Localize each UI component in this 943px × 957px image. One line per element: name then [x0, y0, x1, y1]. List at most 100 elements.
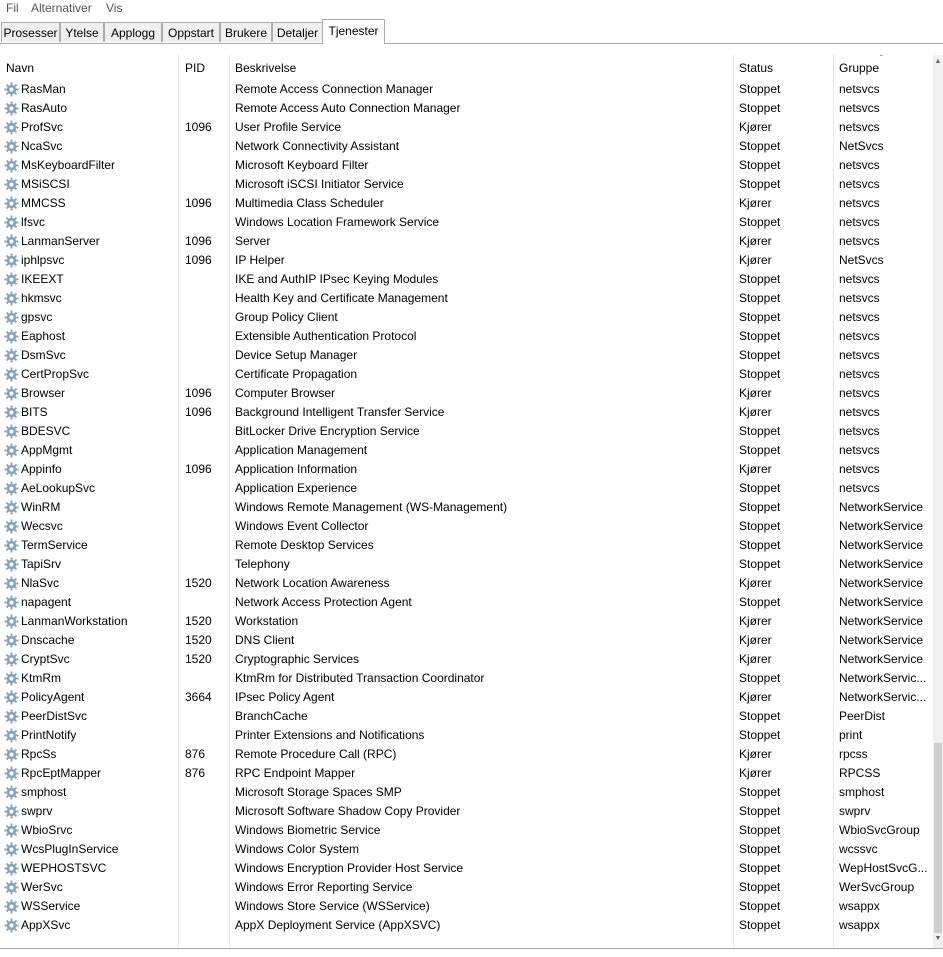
table-row[interactable]: hkmsvc Health Key and Certificate Managem…: [0, 289, 933, 308]
gear-icon: [4, 215, 19, 230]
service-group: smphost: [839, 785, 885, 799]
table-row[interactable]: lfsvc Windows Location Framework Service S…: [0, 213, 933, 232]
table-row[interactable]: WerSvc Windows Error Reporting Service Sto…: [0, 878, 933, 897]
table-row[interactable]: NcaSvc Network Connectivity Assistant Stop…: [0, 137, 933, 156]
table-row[interactable]: RasMan Remote Access Connection Manager St…: [0, 80, 933, 99]
table-row[interactable]: iphlpsvc 1096 IP Helper Kjører NetSvcs: [0, 251, 933, 270]
service-group: NetworkService: [839, 614, 924, 628]
service-group: wcssvc: [839, 842, 878, 856]
column-divider[interactable]: [733, 55, 734, 80]
table-row[interactable]: KtmRm KtmRm for Distributed Transaction C…: [0, 669, 933, 688]
tab-detaljer[interactable]: Detaljer: [272, 22, 323, 42]
gear-icon: [4, 766, 19, 781]
gear-icon: [4, 253, 19, 268]
tab-applogg[interactable]: Applogg: [104, 22, 162, 42]
table-row[interactable]: RpcEptMapper 876 RPC Endpoint Mapper Kjører…: [0, 764, 933, 783]
table-row[interactable]: WcsPlugInService Windows Color System Stop…: [0, 840, 933, 859]
table-row[interactable]: CryptSvc 1520 Cryptographic Services Kjører…: [0, 650, 933, 669]
service-name: AeLookupSvc: [21, 481, 96, 495]
service-description: Microsoft Storage Spaces SMP: [235, 785, 402, 799]
service-group: netsvcs: [839, 234, 880, 248]
table-row[interactable]: ProfSvc 1096 User Profile Service Kjører net…: [0, 118, 933, 137]
service-status: Kjører: [739, 234, 772, 248]
scroll-up-icon[interactable]: ▲: [934, 58, 942, 65]
table-row[interactable]: AppMgmt Application Management Stoppet nets…: [0, 441, 933, 460]
gear-icon: [4, 386, 19, 401]
table-row[interactable]: BITS 1096 Background Intelligent Transfer …: [0, 403, 933, 422]
service-name: napagent: [21, 595, 72, 609]
table-row[interactable]: WinRM Windows Remote Management (WS-Manag…: [0, 498, 933, 517]
table-row[interactable]: WEPHOSTSVC Windows Encryption Provider Ho…: [0, 859, 933, 878]
service-status: Stoppet: [739, 918, 781, 932]
table-row[interactable]: MMCSS 1096 Multimedia Class Scheduler Kjøre…: [0, 194, 933, 213]
service-description: IKE and AuthIP IPsec Keying Modules: [235, 272, 439, 286]
table-row[interactable]: AppXSvc AppX Deployment Service (AppXSVC)…: [0, 916, 933, 935]
table-row[interactable]: RpcSs 876 Remote Procedure Call (RPC) Kjøre…: [0, 745, 933, 764]
table-row[interactable]: Appinfo 1096 Application Information Kjører…: [0, 460, 933, 479]
tab-oppstart[interactable]: Oppstart: [162, 22, 220, 42]
table-row[interactable]: IKEEXT IKE and AuthIP IPsec Keying Module…: [0, 270, 933, 289]
column-header-gruppe[interactable]: Gruppe: [839, 61, 879, 75]
table-row[interactable]: CertPropSvc Certificate Propagation Stoppe…: [0, 365, 933, 384]
vertical-scrollbar[interactable]: ▲ ▼: [933, 55, 943, 948]
tab-ytelse[interactable]: Ytelse: [60, 22, 104, 42]
service-status: Stoppet: [739, 880, 781, 894]
gear-icon: [4, 405, 19, 420]
table-row[interactable]: RasAuto Remote Access Auto Connection Man…: [0, 99, 933, 118]
column-divider[interactable]: [833, 55, 834, 80]
service-group: netsvcs: [839, 443, 880, 457]
service-status: Kjører: [739, 633, 772, 647]
column-header-pid[interactable]: PID: [185, 61, 205, 75]
service-name: WinRM: [21, 500, 61, 514]
table-row[interactable]: Browser 1096 Computer Browser Kjører netsvcs: [0, 384, 933, 403]
table-row[interactable]: MsKeyboardFilter Microsoft Keyboard Filte…: [0, 156, 933, 175]
table-row[interactable]: TapiSrv Telephony Stoppet NetworkService: [0, 555, 933, 574]
menu-vis[interactable]: Vis: [106, 1, 122, 15]
table-row[interactable]: NlaSvc 1520 Network Location Awareness Kjør…: [0, 574, 933, 593]
table-row[interactable]: PolicyAgent 3664 IPsec Policy Agent Kjører N…: [0, 688, 933, 707]
service-description: Workstation: [235, 614, 299, 628]
table-row[interactable]: Dnscache 1520 DNS Client Kjører NetworkServi…: [0, 631, 933, 650]
table-row[interactable]: swprv Microsoft Software Shadow Copy Prov…: [0, 802, 933, 821]
service-status: Kjører: [739, 766, 772, 780]
service-status: Kjører: [739, 405, 772, 419]
table-row[interactable]: LanmanServer 1096 Server Kjører netsvcs: [0, 232, 933, 251]
column-header-beskrivelse[interactable]: Beskrivelse: [235, 61, 296, 75]
gear-icon: [4, 728, 19, 743]
gear-icon: [4, 519, 19, 534]
table-row[interactable]: WSService Windows Store Service (WSServic…: [0, 897, 933, 916]
service-description: IP Helper: [235, 253, 285, 267]
column-divider[interactable]: [229, 55, 230, 80]
table-row[interactable]: BDESVC BitLocker Drive Encryption Service…: [0, 422, 933, 441]
scroll-down-icon[interactable]: ▼: [934, 935, 942, 942]
table-row[interactable]: MSiSCSI Microsoft iSCSI Initiator Service…: [0, 175, 933, 194]
table-row[interactable]: PeerDistSvc BranchCache Stoppet PeerDist: [0, 707, 933, 726]
table-row[interactable]: AeLookupSvc Application Experience Stoppet…: [0, 479, 933, 498]
service-group: netsvcs: [839, 272, 880, 286]
menu-fil[interactable]: Fil: [6, 1, 19, 15]
service-group: NetworkService: [839, 519, 924, 533]
service-description: Health Key and Certificate Management: [235, 291, 448, 305]
table-row[interactable]: Eaphost Extensible Authentication Protoco…: [0, 327, 933, 346]
table-row[interactable]: smphost Microsoft Storage Spaces SMP Stopp…: [0, 783, 933, 802]
table-row[interactable]: WbioSrvc Windows Biometric Service Stoppet…: [0, 821, 933, 840]
table-row[interactable]: PrintNotify Printer Extensions and Notifi…: [0, 726, 933, 745]
tab-tjenester[interactable]: Tjenester: [322, 19, 385, 44]
column-header-status[interactable]: Status: [739, 61, 773, 75]
table-row[interactable]: DsmSvc Device Setup Manager Stoppet netsvcs: [0, 346, 933, 365]
service-name: Dnscache: [21, 633, 75, 647]
menu-alternativer[interactable]: Alternativer: [31, 1, 92, 15]
service-description: Remote Access Auto Connection Manager: [235, 101, 461, 115]
table-row[interactable]: LanmanWorkstation 1520 Workstation Kjører Ne…: [0, 612, 933, 631]
tab-brukere[interactable]: Brukere: [220, 22, 272, 42]
scrollbar-thumb[interactable]: [934, 743, 942, 933]
table-row[interactable]: napagent Network Access Protection Agent S…: [0, 593, 933, 612]
service-description: AppX Deployment Service (AppXSVC): [235, 918, 441, 932]
column-divider[interactable]: [178, 55, 179, 80]
bottom-border: [0, 948, 943, 949]
table-row[interactable]: gpsvc Group Policy Client Stoppet netsvcs: [0, 308, 933, 327]
tab-prosesser[interactable]: Prosesser: [1, 22, 60, 42]
column-header-navn[interactable]: Navn: [6, 61, 34, 75]
table-row[interactable]: Wecsvc Windows Event Collector Stoppet Netw…: [0, 517, 933, 536]
table-row[interactable]: TermService Remote Desktop Services Stoppe…: [0, 536, 933, 555]
